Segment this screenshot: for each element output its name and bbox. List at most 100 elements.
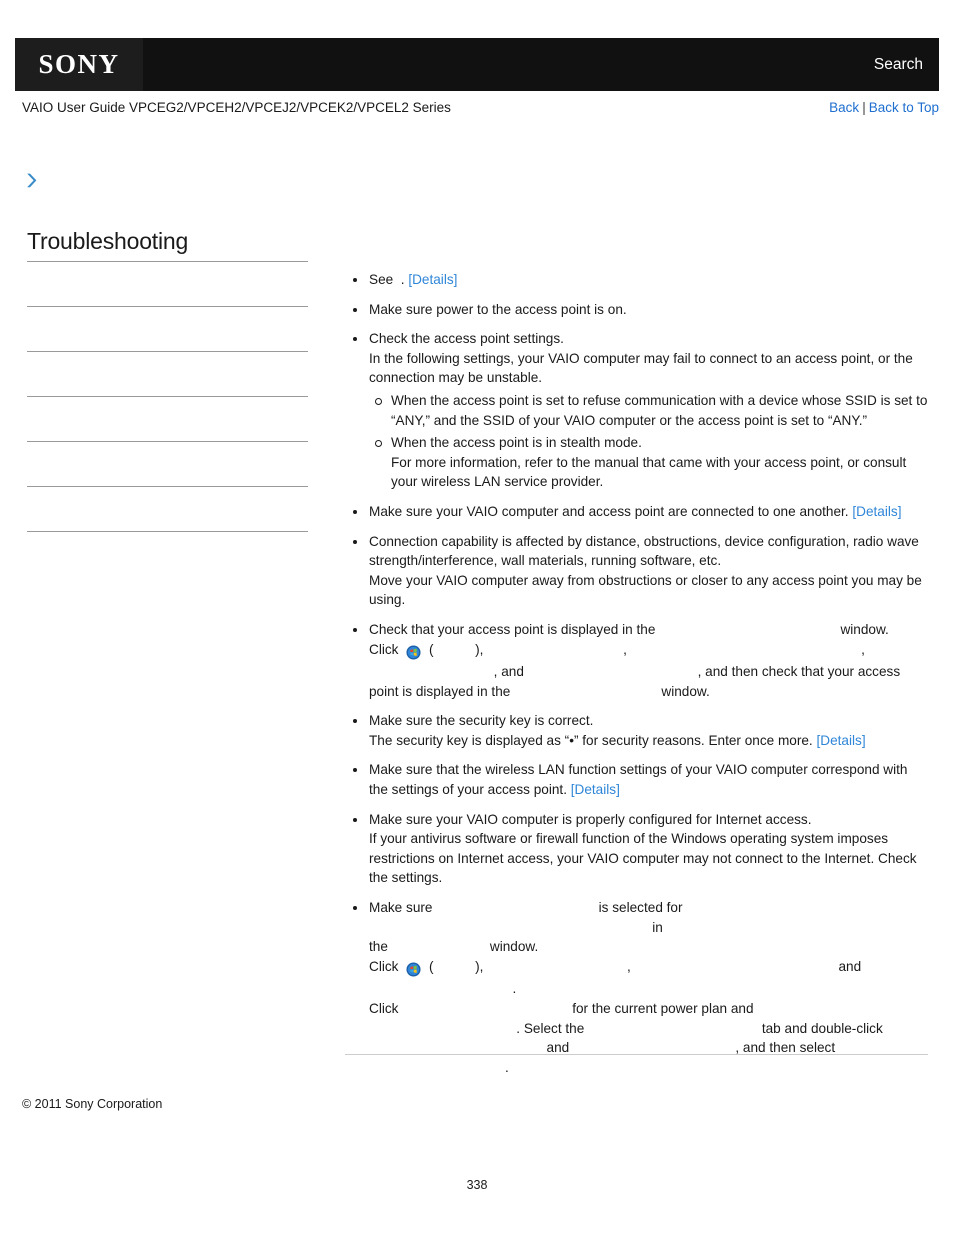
text-line-0: Make sure your VAIO computer is properly… xyxy=(369,810,930,830)
body-text: Make sure that the wireless LAN function… xyxy=(369,762,908,798)
sub-bullet-0: When the access point is set to refuse c… xyxy=(369,391,930,430)
bullet-check-ap-settings: Check the access point settings. In the f… xyxy=(345,329,930,492)
sidebar-item-5[interactable] xyxy=(27,487,308,531)
windows-start-orb-icon xyxy=(404,643,423,663)
text-line-0: Make sure the security key is correct. xyxy=(369,711,930,731)
ui-label-placeholder xyxy=(369,979,513,999)
back-link[interactable]: Back xyxy=(829,100,859,115)
bullet-see-details: See . [Details] xyxy=(345,270,930,290)
text-line-1: Move your VAIO computer away from obstru… xyxy=(369,571,930,610)
body-text: When the access point is in stealth mode… xyxy=(391,435,642,451)
body-text: , xyxy=(861,641,865,657)
sub-bullet-list: When the access point is set to refuse c… xyxy=(369,391,930,492)
bullet-security-key: Make sure the security key is correct. Th… xyxy=(345,711,930,750)
bullet-connection-capability: Connection capability is affected by dis… xyxy=(345,532,930,610)
sony-logo-block[interactable]: SONY xyxy=(15,38,143,91)
ui-label-placeholder xyxy=(369,918,648,938)
sidebar-item-1[interactable] xyxy=(27,307,308,351)
body-text: window. xyxy=(486,939,539,955)
body-text: Connection capability is affected by dis… xyxy=(369,533,919,569)
body-text: . xyxy=(504,1059,509,1075)
ui-label-placeholder xyxy=(588,1019,758,1039)
sidebar-item-2[interactable] xyxy=(27,352,308,396)
details-link[interactable]: [Details] xyxy=(852,504,901,519)
body-text: ( xyxy=(425,958,434,974)
content-bottom-rule xyxy=(345,1054,928,1055)
text-line-1: For more information, refer to the manua… xyxy=(391,453,930,492)
guide-title: VAIO User Guide VPCEG2/VPCEH2/VPCEJ2/VPC… xyxy=(22,100,451,115)
text-line-2: , and , and then check that your access xyxy=(369,662,930,682)
text-line-4: . Select the tab and double-click xyxy=(369,1019,930,1039)
site-header-bar: SONY Search xyxy=(15,38,939,91)
ui-label-placeholder xyxy=(487,640,623,660)
body-text: For more information, refer to the manua… xyxy=(391,454,907,490)
text-line-0: Make sure that the wireless LAN function… xyxy=(369,760,930,799)
details-link[interactable]: [Details] xyxy=(817,733,866,748)
ui-label-placeholder xyxy=(528,662,698,682)
body-text: Make sure your VAIO computer and access … xyxy=(369,503,853,519)
text-line-0: Make sure is selected for in xyxy=(369,898,930,937)
ui-label-placeholder xyxy=(514,682,658,702)
bullet-power-on: Make sure power to the access point is o… xyxy=(345,300,930,320)
text-line-1: If your antivirus software or firewall f… xyxy=(369,829,930,888)
body-text: and xyxy=(542,1040,573,1056)
body-text: point is displayed in the xyxy=(369,683,515,699)
copyright-text: © 2011 Sony Corporation xyxy=(22,1097,163,1111)
ui-label-placeholder xyxy=(369,662,494,682)
bullet-power-plan-wireless-adapter: Make sure is selected for in the window. C… xyxy=(345,898,930,1077)
ui-label-placeholder xyxy=(631,640,861,660)
sidebar-item-0[interactable] xyxy=(27,262,308,306)
body-text: window. xyxy=(836,621,889,637)
ui-label-placeholder xyxy=(434,957,476,977)
text-line-0: Connection capability is affected by dis… xyxy=(369,532,930,571)
body-text: the xyxy=(369,939,392,955)
main-content: See . [Details] Make sure power to the ac… xyxy=(345,270,930,1087)
details-link[interactable]: [Details] xyxy=(408,272,457,287)
sidebar-item-3[interactable] xyxy=(27,397,308,441)
body-text: ), xyxy=(475,641,488,657)
text-line-1: In the following settings, your VAIO com… xyxy=(369,349,930,388)
body-text: , xyxy=(623,641,631,657)
text-line-0: See . [Details] xyxy=(369,270,930,290)
text-line-0: Check that your access point is displaye… xyxy=(369,620,930,640)
body-text: , xyxy=(626,958,635,974)
text-line-1: Click ( ), , , xyxy=(369,640,930,663)
text-line-3: point is displayed in the window. xyxy=(369,682,930,702)
body-text: , and then check that your access xyxy=(697,664,901,680)
body-text: . Select the xyxy=(516,1020,589,1036)
bullet-wireless-lan-settings-correspond: Make sure that the wireless LAN function… xyxy=(345,760,930,799)
body-text: Check the access point settings. xyxy=(369,331,564,347)
sidebar-item-4[interactable] xyxy=(27,442,308,486)
details-link[interactable]: [Details] xyxy=(571,782,620,797)
body-text: and xyxy=(834,958,862,974)
back-to-top-link[interactable]: Back to Top xyxy=(869,100,939,115)
body-text: Check that your access point is displaye… xyxy=(369,621,660,637)
text-line-2: Click ( ), , and . xyxy=(369,957,930,999)
body-text: is selected for xyxy=(594,900,683,916)
bullet-internet-access-config: Make sure your VAIO computer is properly… xyxy=(345,810,930,888)
sidebar-divider xyxy=(27,531,308,533)
body-text: In the following settings, your VAIO com… xyxy=(369,350,913,386)
text-line-3: Click for the current power plan and xyxy=(369,999,930,1019)
ui-label-placeholder xyxy=(369,1058,505,1078)
text-line-0: When the access point is in stealth mode… xyxy=(391,433,930,453)
bullet-connected-to-one-another: Make sure your VAIO computer and access … xyxy=(345,502,930,522)
search-link[interactable]: Search xyxy=(874,38,923,91)
ui-label-placeholder xyxy=(436,898,595,918)
sidebar: Troubleshooting xyxy=(27,228,308,533)
header-nav-links: Back | Back to Top xyxy=(829,100,939,115)
body-text: Click xyxy=(369,1001,403,1016)
ui-label-placeholder xyxy=(434,640,476,660)
body-text: Move your VAIO computer away from obstru… xyxy=(369,572,922,608)
body-text: If your antivirus software or firewall f… xyxy=(369,831,917,886)
text-line-0: Make sure power to the access point is o… xyxy=(369,300,930,320)
ui-label-placeholder xyxy=(487,957,627,977)
body-text: , and xyxy=(493,664,528,680)
page-number: 338 xyxy=(466,1178,488,1192)
troubleshooting-bullet-list: See . [Details] Make sure power to the ac… xyxy=(345,270,930,1077)
body-text: Make sure your VAIO computer is properly… xyxy=(369,811,812,827)
text-line-1: The security key is displayed as “•” for… xyxy=(369,731,930,751)
sub-bullet-1: When the access point is in stealth mode… xyxy=(369,433,930,492)
body-text: for the current power plan and xyxy=(568,1001,754,1016)
body-text: Make sure power to the access point is o… xyxy=(369,301,627,317)
